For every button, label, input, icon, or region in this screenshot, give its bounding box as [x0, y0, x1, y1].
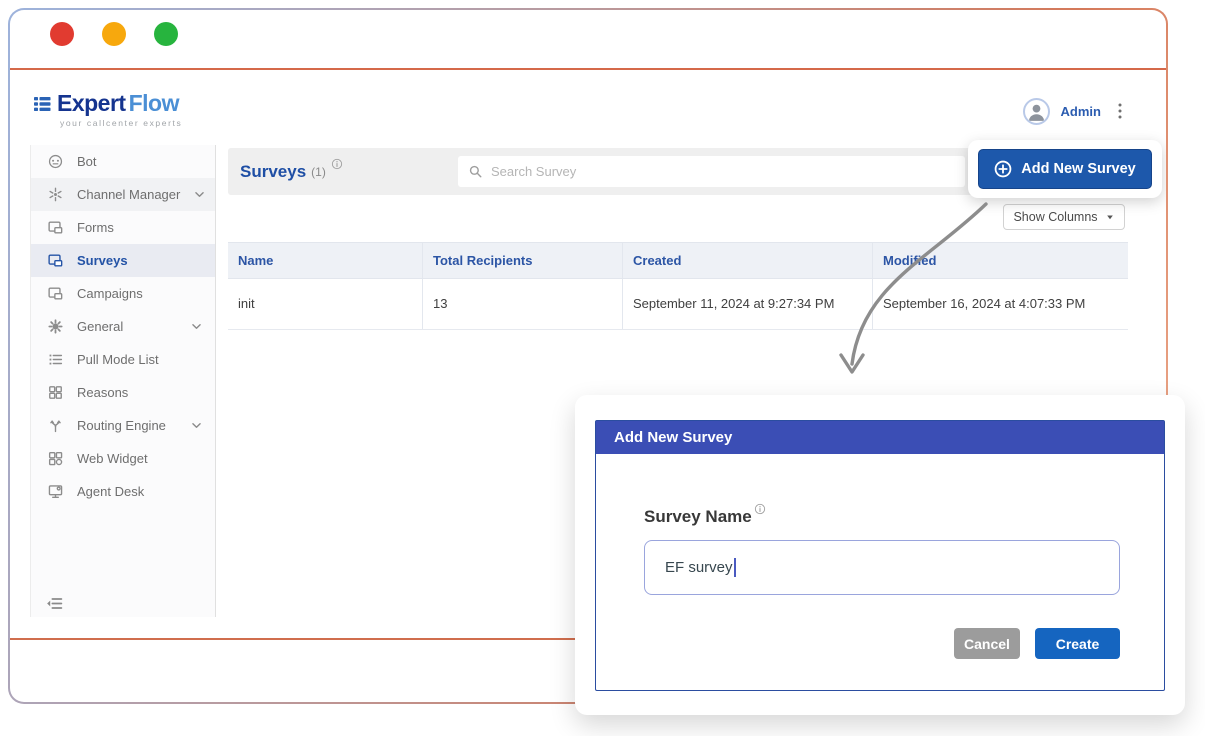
sidebar-item-channel-manager[interactable]: Channel Manager — [31, 178, 215, 211]
column-header[interactable]: Created — [622, 243, 872, 278]
surveys-table: NameTotal RecipientsCreatedModified init… — [228, 242, 1128, 330]
widget-icon — [47, 450, 64, 467]
chevron-down-icon — [190, 320, 203, 333]
sidebar-item-label: Agent Desk — [77, 484, 144, 499]
collapse-menu-icon[interactable] — [45, 594, 64, 613]
sidebar-item-label: Surveys — [77, 253, 128, 268]
add-survey-dialog: Add New Survey Survey Name EF survey Can… — [595, 420, 1165, 691]
page-title-text: Surveys — [240, 162, 306, 182]
sidebar-item-routing-engine[interactable]: Routing Engine — [31, 409, 215, 442]
sidebar-item-label: General — [77, 319, 123, 334]
page-title: Surveys (1) — [240, 148, 343, 195]
table-cell: September 11, 2024 at 9:27:34 PM — [622, 279, 872, 329]
cancel-button[interactable]: Cancel — [954, 628, 1020, 659]
logo-tagline: your callcenter experts — [34, 118, 182, 128]
sidebar-item-label: Reasons — [77, 385, 128, 400]
search-box[interactable] — [458, 156, 965, 187]
table-cell: September 16, 2024 at 4:07:33 PM — [872, 279, 1128, 329]
close-window-button[interactable] — [50, 22, 74, 46]
sidebar-item-forms[interactable]: Forms — [31, 211, 215, 244]
modal-title: Add New Survey — [596, 421, 1164, 454]
chevron-down-icon — [190, 419, 203, 432]
sidebar-item-label: Channel Manager — [77, 187, 180, 202]
robot-icon — [47, 153, 64, 170]
logo-text-secondary: Flow — [129, 90, 179, 117]
page-title-count: (1) — [311, 165, 326, 179]
grid-icon — [47, 384, 64, 401]
sidebar-item-label: Routing Engine — [77, 418, 166, 433]
table-cell: 13 — [422, 279, 622, 329]
desk-icon — [47, 483, 64, 500]
modal-body: Survey Name EF survey Cancel Create — [596, 454, 1164, 659]
window-titlebar — [10, 10, 1166, 68]
gear-icon — [47, 318, 64, 335]
table-body: init13September 11, 2024 at 9:27:34 PMSe… — [228, 279, 1128, 330]
form-icon — [47, 252, 64, 269]
sidebar-item-label: Pull Mode List — [77, 352, 159, 367]
screenshot-canvas: ExpertFlow your callcenter experts Admin… — [0, 0, 1205, 736]
sidebar-item-agent-desk[interactable]: Agent Desk — [31, 475, 215, 508]
sidebar-item-reasons[interactable]: Reasons — [31, 376, 215, 409]
route-icon — [47, 417, 64, 434]
table-header-row: NameTotal RecipientsCreatedModified — [228, 242, 1128, 279]
add-new-survey-button[interactable]: Add New Survey — [978, 149, 1152, 189]
add-survey-highlight-card: Add New Survey — [968, 140, 1162, 198]
sidebar-item-label: Web Widget — [77, 451, 148, 466]
avatar[interactable] — [1023, 98, 1050, 125]
survey-name-label: Survey Name — [644, 507, 752, 527]
logo-text-primary: Expert — [57, 90, 126, 117]
sidebar-item-campaigns[interactable]: Campaigns — [31, 277, 215, 310]
hub-icon — [47, 186, 64, 203]
sidebar-item-bot[interactable]: Bot — [31, 145, 215, 178]
show-columns-button[interactable]: Show Columns — [1003, 204, 1125, 230]
search-input[interactable] — [491, 164, 955, 179]
minimize-window-button[interactable] — [102, 22, 126, 46]
survey-name-input[interactable]: EF survey — [644, 540, 1120, 595]
sidebar-item-surveys[interactable]: Surveys — [31, 244, 215, 277]
sidebar-item-pull-mode-list[interactable]: Pull Mode List — [31, 343, 215, 376]
add-survey-modal: Add New Survey Survey Name EF survey Can… — [575, 395, 1185, 715]
sidebar-item-general[interactable]: General — [31, 310, 215, 343]
column-header[interactable]: Modified — [872, 243, 1128, 278]
caret-down-icon — [1105, 212, 1115, 222]
text-caret — [734, 558, 736, 577]
expertflow-logo: ExpertFlow your callcenter experts — [34, 90, 182, 128]
sidebar-item-web-widget[interactable]: Web Widget — [31, 442, 215, 475]
create-button[interactable]: Create — [1035, 628, 1120, 659]
form-icon — [47, 285, 64, 302]
survey-name-value: EF survey — [665, 559, 733, 576]
show-columns-label: Show Columns — [1013, 210, 1097, 224]
add-new-survey-label: Add New Survey — [1021, 161, 1135, 177]
plus-circle-icon — [994, 160, 1012, 178]
kebab-menu-icon[interactable] — [1112, 101, 1128, 121]
sidebar-item-label: Forms — [77, 220, 114, 235]
user-name: Admin — [1061, 104, 1101, 119]
chevron-down-icon — [193, 188, 206, 201]
info-icon[interactable] — [331, 158, 343, 170]
maximize-window-button[interactable] — [154, 22, 178, 46]
form-icon — [47, 219, 64, 236]
list-icon — [47, 351, 64, 368]
user-menu[interactable]: Admin — [1023, 96, 1128, 126]
table-cell: init — [228, 279, 422, 329]
modal-actions: Cancel Create — [644, 628, 1120, 659]
expertflow-bars-icon — [34, 94, 54, 114]
table-row[interactable]: init13September 11, 2024 at 9:27:34 PMSe… — [228, 279, 1128, 330]
sidebar-nav: Bot Channel Manager Forms Surveys Campaigns G… — [30, 145, 216, 617]
titlebar-divider — [10, 68, 1166, 70]
column-header[interactable]: Name — [228, 243, 422, 278]
column-header[interactable]: Total Recipients — [422, 243, 622, 278]
sidebar-item-label: Campaigns — [77, 286, 143, 301]
sidebar-item-label: Bot — [77, 154, 97, 169]
info-icon[interactable] — [754, 503, 766, 515]
search-icon — [468, 164, 483, 179]
